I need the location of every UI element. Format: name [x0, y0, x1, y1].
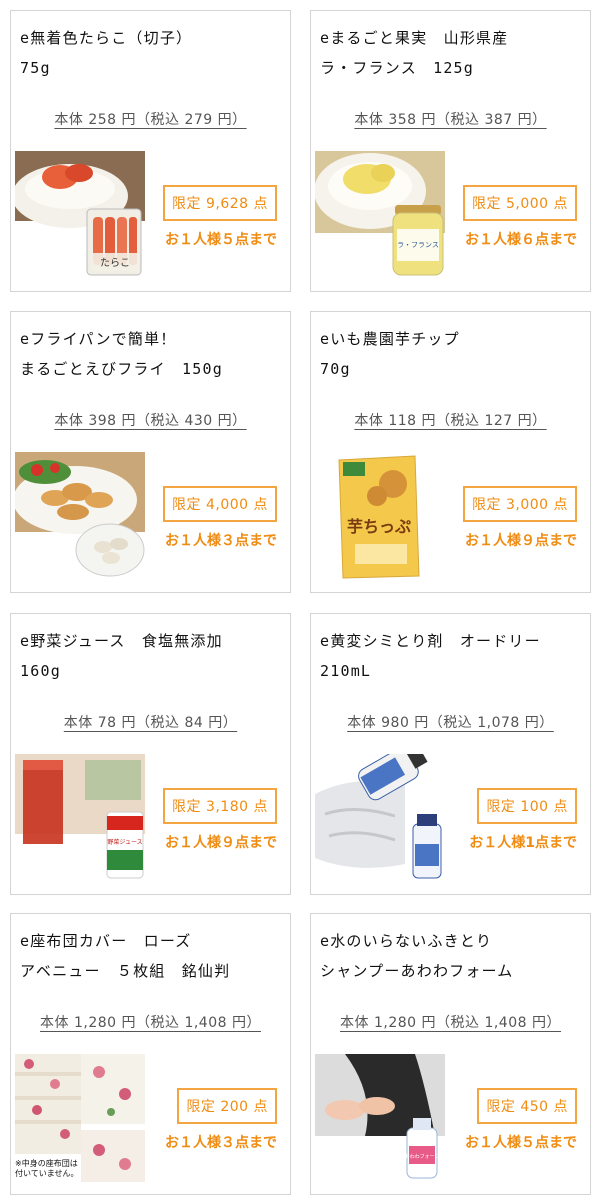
product-price: 本体 1,280 円（税込 1,408 円） [340, 1015, 561, 1031]
stock-limit-badge: 限定 4,000 点 [163, 486, 277, 522]
product-card-fried-shrimp[interactable]: eフライパンで簡単！ まるごとえびフライ 150g 本体 398 円（税込 43… [10, 311, 291, 593]
per-person-limit: お１人様９点まで [165, 835, 277, 851]
disclaimer-note: ※中身の座布団は 付いていません。 [15, 1159, 79, 1178]
stock-limit-badge: 限定 200 点 [177, 1088, 277, 1124]
svg-text:野菜ジュース: 野菜ジュース [107, 838, 142, 846]
product-price: 本体 1,280 円（税込 1,408 円） [40, 1015, 261, 1031]
vegetable-juice-photo[interactable]: 野菜ジュース [15, 754, 145, 882]
svg-text:芋ちっぷ: 芋ちっぷ [347, 517, 411, 536]
product-name[interactable]: e野菜ジュース 食塩無添加 160g [20, 626, 223, 686]
product-name[interactable]: eフライパンで簡単！ まるごとえびフライ 150g [20, 324, 223, 384]
product-price: 本体 980 円（税込 1,078 円） [347, 715, 554, 731]
product-card-potato-chips[interactable]: eいも農園芋チップ 70g 本体 118 円（税込 127 円） 芋ちっぷ 限定… [310, 311, 591, 593]
la-france-jar-photo[interactable]: ラ・フランス [315, 151, 445, 279]
stock-limit-badge: 限定 3,180 点 [163, 788, 277, 824]
fried-shrimp-photo[interactable] [15, 452, 145, 580]
per-person-limit: お１人様1点まで [469, 835, 577, 851]
stock-limit-badge: 限定 5,000 点 [463, 185, 577, 221]
per-person-limit: お１人様３点まで [165, 533, 277, 549]
product-card-cushion-cover[interactable]: e座布団カバー ローズ アベニュー ５枚組 銘仙判 本体 1,280 円（税込 … [10, 913, 291, 1195]
product-price: 本体 118 円（税込 127 円） [354, 413, 547, 429]
potato-chips-bag-photo[interactable]: 芋ちっぷ [315, 452, 445, 580]
per-person-limit: お１人様９点まで [465, 533, 577, 549]
product-price: 本体 78 円（税込 84 円） [63, 715, 238, 731]
per-person-limit: お１人様６点まで [465, 232, 577, 248]
product-price: 本体 258 円（税込 279 円） [54, 112, 247, 128]
product-price: 本体 358 円（税込 387 円） [354, 112, 547, 128]
product-name[interactable]: e黄変シミとり剤 オードリー 210mL [320, 626, 541, 686]
stain-remover-bottle-photo[interactable] [315, 754, 445, 882]
product-name[interactable]: e無着色たらこ（切子） 75g [20, 23, 192, 83]
tarako-rice-photo[interactable]: たらこ [15, 151, 145, 279]
product-card-tarako[interactable]: e無着色たらこ（切子） 75g 本体 258 円（税込 279 円） たらこ 限… [10, 10, 291, 292]
product-name[interactable]: e水のいらないふきとり シャンプーあわわフォーム [320, 926, 514, 986]
svg-text:あわわフォーム: あわわフォーム [405, 1153, 440, 1160]
stock-limit-badge: 限定 3,000 点 [463, 486, 577, 522]
product-card-la-france[interactable]: eまるごと果実 山形県産 ラ・フランス 125g 本体 358 円（税込 387… [310, 10, 591, 292]
per-person-limit: お１人様３点まで [165, 1135, 277, 1151]
foam-shampoo-photo[interactable]: あわわフォーム [315, 1054, 445, 1182]
stock-limit-badge: 限定 100 点 [477, 788, 577, 824]
per-person-limit: お１人様５点まで [165, 232, 277, 248]
per-person-limit: お１人様５点まで [465, 1135, 577, 1151]
product-card-foam-shampoo[interactable]: e水のいらないふきとり シャンプーあわわフォーム 本体 1,280 円（税込 1… [310, 913, 591, 1195]
product-name[interactable]: eまるごと果実 山形県産 ラ・フランス 125g [320, 23, 508, 83]
product-card-vegetable-juice[interactable]: e野菜ジュース 食塩無添加 160g 本体 78 円（税込 84 円） 野菜ジュ… [10, 613, 291, 895]
product-name[interactable]: eいも農園芋チップ 70g [320, 324, 460, 384]
product-card-stain-remover[interactable]: e黄変シミとり剤 オードリー 210mL 本体 980 円（税込 1,078 円… [310, 613, 591, 895]
stock-limit-badge: 限定 9,628 点 [163, 185, 277, 221]
svg-text:ラ・フランス: ラ・フランス [397, 241, 439, 249]
stock-limit-badge: 限定 450 点 [477, 1088, 577, 1124]
svg-text:たらこ: たらこ [100, 257, 130, 269]
product-price: 本体 398 円（税込 430 円） [54, 413, 247, 429]
product-name[interactable]: e座布団カバー ローズ アベニュー ５枚組 銘仙判 [20, 926, 230, 986]
